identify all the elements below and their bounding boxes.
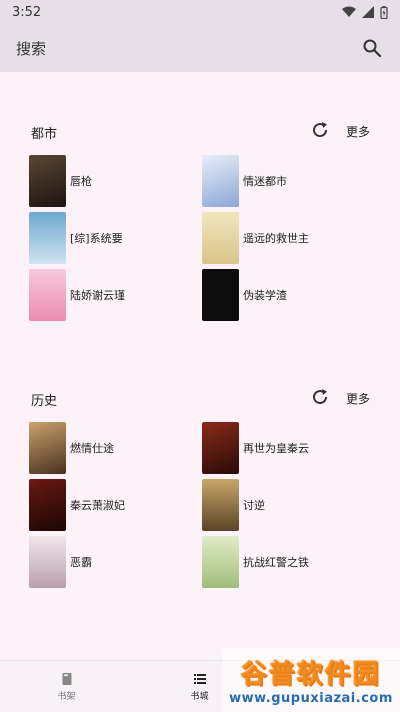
book-item[interactable]: 伪装学渣	[202, 269, 287, 321]
book-cover-art	[29, 422, 66, 474]
book-cover-art	[29, 269, 66, 321]
section-urban: 都市 更多 唇枪 情迷都市 [综]系统要 遥远的救世主 陆娇谢云瑾 伪装学渣	[0, 117, 400, 327]
watermark-brand: 谷普软件园	[241, 654, 381, 691]
section-history: 历史 更多 燃情仕途 再世为皇秦云 秦云萧淑妃 讨逆 恶霸 抗战红警之铁	[0, 384, 400, 594]
book-cover-art	[29, 479, 66, 531]
book-title: 陆娇谢云瑾	[70, 289, 125, 302]
book-item[interactable]: 遥远的救世主	[202, 212, 309, 264]
book-item[interactable]: 陆娇谢云瑾	[29, 269, 125, 321]
book-item[interactable]: 秦云萧淑妃	[29, 479, 125, 531]
book-title: 恶霸	[70, 556, 92, 569]
book-city-content[interactable]: 都市 更多 唇枪 情迷都市 [综]系统要 遥远的救世主 陆娇谢云瑾 伪装学渣 历…	[0, 72, 400, 660]
book-title: 讨逆	[243, 499, 265, 512]
list-icon	[193, 673, 206, 684]
bookshelf-icon	[62, 672, 71, 685]
signal-icon	[362, 6, 374, 18]
book-cover	[29, 536, 66, 588]
book-cover	[202, 422, 239, 474]
book-item[interactable]: 讨逆	[202, 479, 265, 531]
book-cover	[29, 422, 66, 474]
wifi-icon	[342, 6, 356, 17]
search-label[interactable]: 搜索	[16, 38, 360, 59]
book-cover	[202, 155, 239, 207]
book-cover	[29, 155, 66, 207]
book-cover-art	[202, 212, 239, 264]
refresh-icon[interactable]	[310, 387, 332, 409]
book-cover-art	[202, 269, 239, 321]
book-cover-art	[202, 422, 239, 474]
book-item[interactable]: 恶霸	[29, 536, 92, 588]
nav-label: 书城	[190, 691, 209, 702]
book-title: 秦云萧淑妃	[70, 499, 125, 512]
status-bar: 3:52	[0, 0, 400, 24]
book-item[interactable]: 燃情仕途	[29, 422, 114, 474]
section-title: 都市	[31, 127, 58, 142]
book-item[interactable]: [综]系统要	[29, 212, 123, 264]
book-cover-art	[202, 479, 239, 531]
watermark-logo: 谷普软件园 www.gupuxiazai.com	[222, 648, 400, 712]
book-item[interactable]: 抗战红警之铁	[202, 536, 309, 588]
book-title: 抗战红警之铁	[243, 556, 309, 569]
book-title: 燃情仕途	[70, 442, 114, 455]
book-cover	[29, 269, 66, 321]
book-cover	[202, 479, 239, 531]
book-item[interactable]: 唇枪	[29, 155, 92, 207]
book-cover	[29, 212, 66, 264]
book-title: 再世为皇秦云	[243, 442, 309, 455]
section-header: 都市 更多	[0, 117, 400, 147]
watermark-url: www.gupuxiazai.com	[229, 691, 393, 706]
book-title: 伪装学渣	[243, 289, 287, 302]
book-title: [综]系统要	[70, 232, 123, 245]
book-title: 遥远的救世主	[243, 232, 309, 245]
section-header: 历史 更多	[0, 384, 400, 414]
book-cover	[202, 212, 239, 264]
book-item[interactable]: 再世为皇秦云	[202, 422, 309, 474]
more-link[interactable]: 更多	[346, 390, 370, 407]
book-cover-art	[202, 536, 239, 588]
book-cover-art	[29, 155, 66, 207]
nav-label: 书架	[57, 691, 76, 702]
refresh-icon[interactable]	[310, 120, 332, 142]
section-title: 历史	[31, 394, 58, 409]
book-cover-art	[29, 212, 66, 264]
book-cover-art	[202, 155, 239, 207]
book-item[interactable]: 情迷都市	[202, 155, 287, 207]
search-icon[interactable]	[360, 36, 384, 60]
battery-icon	[380, 5, 388, 19]
nav-bookshelf[interactable]: 书架	[0, 661, 133, 712]
more-link[interactable]: 更多	[346, 123, 370, 140]
book-cover	[202, 536, 239, 588]
book-title: 唇枪	[70, 175, 92, 188]
book-cover	[202, 269, 239, 321]
book-cover	[29, 479, 66, 531]
book-cover-art	[29, 536, 66, 588]
book-title: 情迷都市	[243, 175, 287, 188]
status-icons	[342, 5, 388, 19]
status-time: 3:52	[12, 4, 42, 20]
search-bar[interactable]: 搜索	[0, 24, 400, 72]
